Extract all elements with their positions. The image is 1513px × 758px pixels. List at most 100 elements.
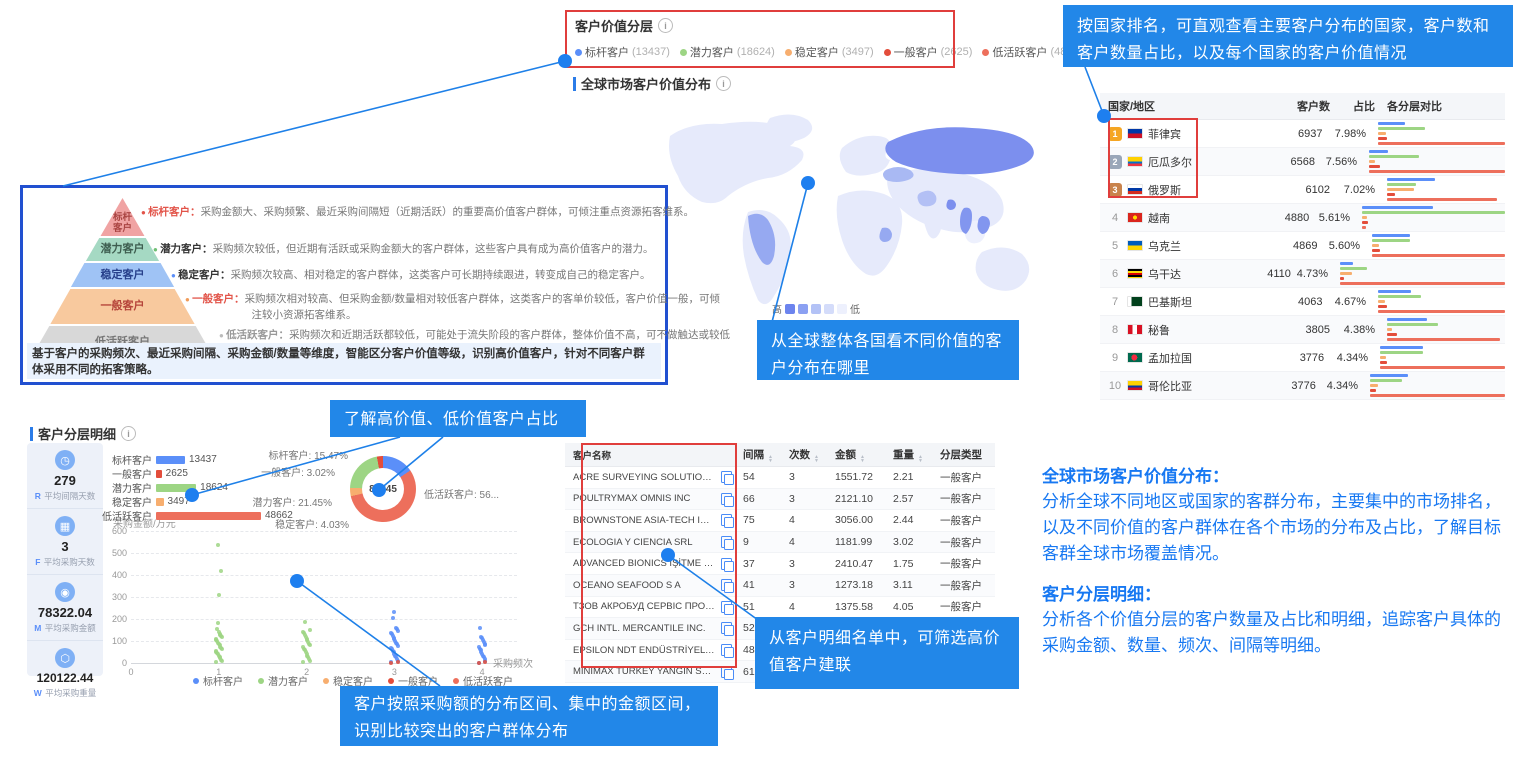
scatter-legend-item[interactable]: 标杆客户 (193, 673, 243, 688)
customer-row[interactable]: BROWNSTONE ASIA-TECH INC.7543056.002.44一… (565, 510, 995, 532)
customer-amount: 1551.72 (835, 471, 893, 483)
country-customers: 3776 (1277, 352, 1324, 364)
connector-dot (290, 574, 304, 588)
sort-icon[interactable]: ▲▼ (768, 455, 773, 463)
country-flag-icon (1127, 324, 1143, 335)
country-flag-icon (1127, 240, 1143, 251)
grid-line (131, 575, 517, 576)
tier-mini-bar (1387, 178, 1435, 181)
country-row[interactable]: 9孟加拉国37764.34% (1100, 344, 1505, 372)
global-section-title: 全球市场客户价值分布 (581, 74, 711, 93)
customer-tier-type: 一般客户 (940, 556, 995, 571)
customer-row[interactable]: ACRE SURVEYING SOLUTIONS PERU S A C AC54… (565, 467, 995, 489)
customer-amount: 1375.58 (835, 601, 893, 613)
legend-item-label: 潜力客户 (690, 44, 734, 60)
section-bar (573, 77, 576, 91)
customer-name: MINIMAX TURKEY YANGIN SÖNDÜRME SANAYİ VE… (565, 666, 715, 677)
pyramid-layer-description: ● 标杆客户：采购金额大、采购频繁、最近采购间隔短（近期活跃）的重要高价值客户群… (141, 205, 722, 221)
col-weight[interactable]: 重量▲▼ (893, 447, 940, 463)
country-row[interactable]: 4越南48805.61% (1100, 204, 1505, 232)
sort-icon[interactable]: ▲▼ (814, 455, 819, 463)
col-tier-type: 分层类型 (940, 447, 995, 462)
tier-bar-row[interactable]: 一般客户2625 (95, 469, 188, 478)
scatter-point (392, 610, 396, 614)
legend-item[interactable]: 一般客户(2625) (884, 44, 973, 60)
tier-mini-bar (1370, 384, 1378, 387)
sort-icon[interactable]: ▲▼ (860, 455, 865, 463)
col-customers[interactable]: 客户数 (1282, 98, 1330, 114)
scatter-plot[interactable]: 010020030040050060001234 (131, 531, 517, 663)
country-row[interactable]: 1菲律宾69377.98% (1100, 120, 1505, 148)
country-row[interactable]: 5乌克兰48695.60% (1100, 232, 1505, 260)
legend-item[interactable]: 稳定客户(3497) (785, 44, 874, 60)
info-icon[interactable]: i (121, 426, 136, 441)
country-row[interactable]: 6乌干达41104.73% (1100, 260, 1505, 288)
country-customers: 6102 (1282, 184, 1330, 196)
country-customers: 4880 (1266, 212, 1310, 224)
customer-row[interactable]: ТЗОВ АКРОБУД СЕРВІС ПРОСП ПЕРЕМОГИ 91514… (565, 597, 995, 619)
contact-card-icon[interactable] (721, 471, 732, 483)
country-name: 乌克兰 (1148, 238, 1181, 254)
contact-card-icon[interactable] (721, 558, 732, 570)
legend-item[interactable]: 标杆客户(13437) (575, 44, 670, 60)
col-amount[interactable]: 金额▲▼ (835, 447, 893, 463)
customer-tier-type: 一般客户 (940, 578, 995, 593)
tier-mini-bar (1370, 394, 1505, 397)
tier-mini-bar (1387, 188, 1414, 191)
customer-amount: 2121.10 (835, 493, 893, 505)
info-icon[interactable]: i (716, 76, 731, 91)
tier-mini-bar (1387, 198, 1497, 201)
tier-bar-row[interactable]: 稳定客户3497 (95, 497, 190, 506)
country-row[interactable]: 10哥伦比亚37764.34% (1100, 372, 1505, 400)
stat-label: F 平均采购天数 (35, 556, 95, 568)
rank-number: 6 (1108, 268, 1122, 280)
col-country[interactable]: 国家/地区 (1100, 98, 1282, 114)
country-table-header: 国家/地区 客户数 占比 各分层对比 (1100, 93, 1505, 120)
country-row[interactable]: 7巴基斯坦40634.67% (1100, 288, 1505, 316)
tier-bullet-icon: ● (141, 208, 148, 217)
contact-card-icon[interactable] (721, 493, 732, 505)
contact-card-cell (715, 666, 737, 678)
col-share[interactable]: 占比 (1330, 98, 1375, 114)
tier-bullet-icon: ● (153, 245, 160, 254)
customer-tier-type: 一般客户 (940, 535, 995, 550)
legend-item-label: 低活跃客户 (992, 44, 1047, 60)
map-scale-legend: 高 低 (772, 301, 860, 316)
tier-bullet-icon: ● (185, 295, 192, 304)
customer-table-header: 客户名称 间隔▲▼ 次数▲▼ 金额▲▼ 重量▲▼ 分层类型 (565, 443, 995, 467)
note-detail-title: 客户分层明细： (1042, 580, 1512, 605)
x-axis-tick: 0 (121, 667, 141, 677)
country-row[interactable]: 2厄瓜多尔65687.56% (1100, 148, 1505, 176)
contact-card-icon[interactable] (721, 579, 732, 591)
contact-card-cell (715, 644, 737, 656)
col-times[interactable]: 次数▲▼ (789, 447, 835, 463)
legend-dot-icon (575, 49, 582, 56)
customer-row[interactable]: ADVANCED BIONICS İŞİTME CİHAZLARI TİCARE… (565, 553, 995, 575)
tier-bar-row[interactable]: 潜力客户18624 (95, 483, 228, 492)
customer-interval: 41 (737, 579, 789, 591)
info-icon[interactable]: i (658, 18, 673, 33)
contact-card-icon[interactable] (721, 514, 732, 526)
customer-row[interactable]: OCEANO SEAFOOD S A4131273.183.11一般客户 (565, 575, 995, 597)
col-interval[interactable]: 间隔▲▼ (737, 447, 789, 463)
sort-icon[interactable]: ▲▼ (918, 455, 923, 463)
contact-card-icon[interactable] (721, 536, 732, 548)
contact-card-icon[interactable] (721, 622, 732, 634)
country-row[interactable]: 8秘鲁38054.38% (1100, 316, 1505, 344)
tier-bar-row[interactable]: 标杆客户13437 (95, 455, 217, 464)
stat-value: 78322.04 (38, 605, 92, 620)
legend-item-label: 一般客户 (894, 44, 938, 60)
scatter-point (214, 649, 218, 653)
legend-item[interactable]: 潜力客户(18624) (680, 44, 775, 60)
grid-line (131, 663, 517, 664)
customer-row[interactable]: POULTRYMAX OMNIS INC6632121.102.57一般客户 (565, 489, 995, 511)
country-row[interactable]: 3俄罗斯61027.02% (1100, 176, 1505, 204)
contact-card-icon[interactable] (721, 666, 732, 678)
map-scale-square (824, 304, 834, 314)
contact-card-icon[interactable] (721, 601, 732, 613)
rank-number: 9 (1108, 352, 1122, 364)
customer-row[interactable]: ECOLOGIA Y CIENCIA SRL941181.993.02一般客户 (565, 532, 995, 554)
scatter-legend-item[interactable]: 潜力客户 (258, 673, 308, 688)
callout-country-ranking: 按国家排名，可直观查看主要客户分布的国家，客户数和客户数量占比，以及每个国家的客… (1063, 5, 1513, 67)
contact-card-icon[interactable] (721, 644, 732, 656)
